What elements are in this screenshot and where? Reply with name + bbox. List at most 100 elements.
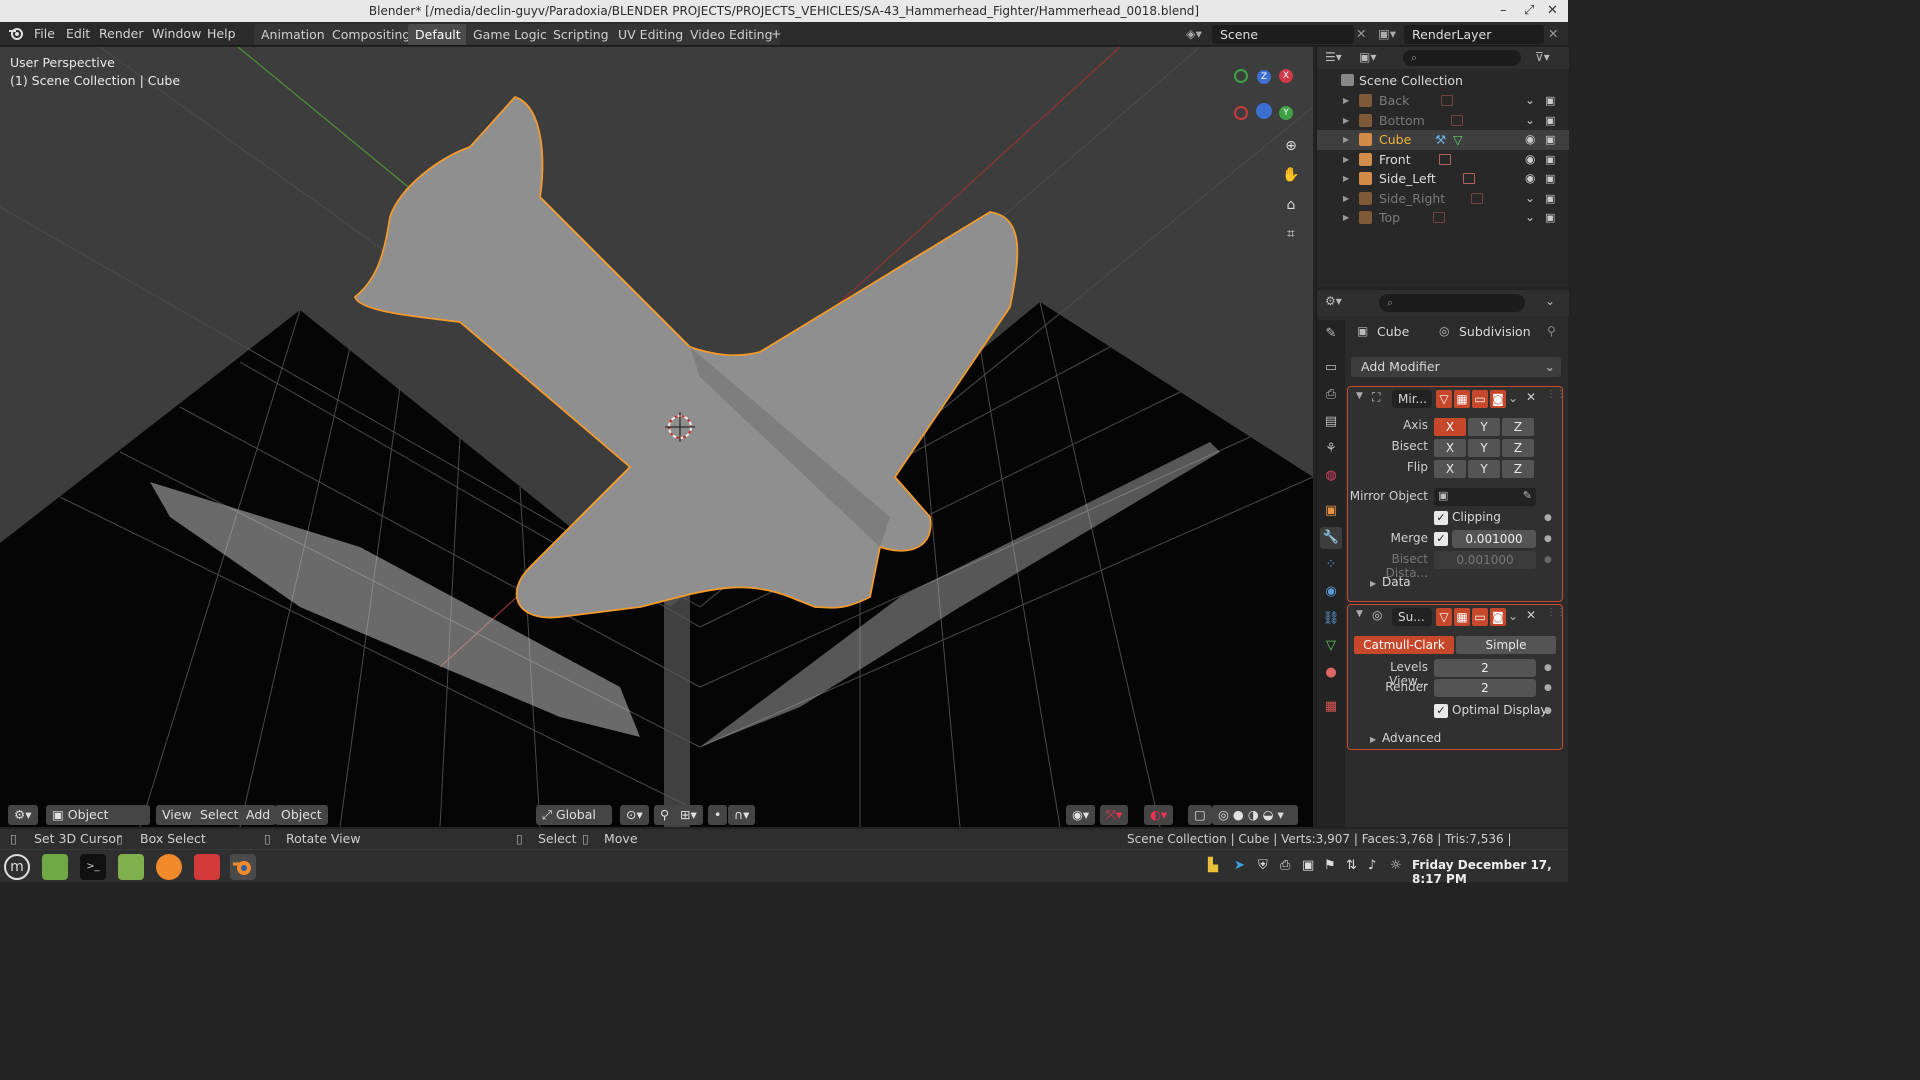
mirror-name-field[interactable]: Mir... — [1392, 390, 1432, 408]
eyedropper-icon[interactable]: ✎ — [1523, 489, 1532, 502]
merge-keyframe-dot[interactable]: ● — [1544, 534, 1552, 544]
menu-select[interactable]: Select — [194, 805, 245, 825]
outliner-item[interactable]: ▶ Front ◉ ▣ — [1317, 150, 1569, 170]
minimize-button[interactable]: – — [1500, 0, 1507, 22]
maximize-button[interactable]: ⤢ — [1524, 0, 1534, 22]
printer-icon[interactable]: ⎙ — [1280, 858, 1290, 873]
render-levels-field[interactable]: 2 — [1434, 679, 1536, 697]
subdivision-menu-icon[interactable]: ⌄ — [1508, 609, 1518, 623]
render-camera-icon[interactable]: ▣ — [1545, 189, 1555, 209]
scene-tab-icon[interactable]: ⚘ — [1320, 438, 1342, 460]
menu-edit[interactable]: Edit — [66, 25, 90, 43]
merge-checkbox[interactable]: ✓ — [1434, 532, 1448, 546]
outliner-item[interactable]: ▶ Cube ⚒ ▽ ◉ ▣ — [1317, 130, 1569, 150]
render-camera-icon[interactable]: ▣ — [1545, 169, 1555, 189]
tab-video-editing[interactable]: Video Editing — [683, 24, 780, 45]
orientation-selector[interactable]: ⤢ Global ▾ — [536, 805, 612, 842]
render-tab-icon[interactable]: ▭ — [1320, 357, 1342, 379]
close-render-layer-icon[interactable]: ✕ — [1548, 25, 1558, 43]
shading-modes[interactable]: ◎ ● ◑ ◒ ▾ — [1212, 805, 1298, 825]
render-camera-icon[interactable]: ▣ — [1545, 208, 1555, 228]
blender-logo-icon[interactable] — [8, 25, 24, 43]
render-camera-icon[interactable]: ▣ — [1545, 91, 1555, 111]
render-keyframe-dot[interactable]: ● — [1544, 683, 1552, 693]
eye-icon[interactable]: ◉ — [1525, 150, 1535, 170]
app-icon[interactable] — [194, 854, 220, 880]
optimal-display-checkbox[interactable]: ✓ — [1434, 704, 1448, 718]
render-camera-icon[interactable]: ▣ — [1545, 111, 1555, 131]
files-icon[interactable] — [42, 854, 68, 880]
data-expand-icon[interactable]: ▶ — [1370, 579, 1376, 588]
subdivision-name-field[interactable]: Su... — [1392, 608, 1432, 626]
properties-search-input[interactable]: ⌕ — [1379, 294, 1525, 312]
mirror-cage-icon[interactable]: ▦ — [1454, 390, 1470, 408]
editor-type-button[interactable]: ⚙▾ — [8, 805, 38, 825]
subdivision-render-icon[interactable]: ◙ — [1490, 608, 1506, 626]
hidden-eye-icon[interactable]: ⌄ — [1525, 111, 1535, 131]
data-tab-icon[interactable]: ▽ — [1320, 635, 1342, 657]
subdivision-collapse-icon[interactable]: ▼ — [1356, 609, 1363, 619]
mirror-drag-handle[interactable]: ⋮⋮ — [1546, 389, 1566, 400]
catmull-clark-button[interactable]: Catmull-Clark — [1354, 636, 1454, 654]
visibility-icon[interactable]: ◉▾ — [1066, 805, 1096, 825]
bisect-y-toggle[interactable]: Y — [1468, 439, 1500, 457]
mirror-collapse-icon[interactable]: ▼ — [1356, 391, 1363, 401]
menu-add[interactable]: Add — [240, 805, 277, 825]
network-icon[interactable]: ⇅ — [1346, 858, 1357, 873]
ortho-grid-icon[interactable]: ⌗ — [1280, 223, 1302, 245]
properties-editor-icon[interactable]: ⚙▾ — [1325, 294, 1342, 308]
add-modifier-button[interactable]: Add Modifier ⌄ — [1351, 357, 1561, 377]
expand-arrow-icon[interactable]: ▶ — [1343, 208, 1349, 228]
tab-uv-editing[interactable]: UV Editing — [611, 24, 691, 45]
tool-tab-icon[interactable]: ✎ — [1320, 323, 1342, 345]
expand-arrow-icon[interactable]: ▶ — [1343, 150, 1349, 170]
navigation-gizmo[interactable]: Z X Y — [1232, 67, 1293, 127]
simple-button[interactable]: Simple — [1456, 636, 1556, 654]
merge-value-field[interactable]: 0.001000 — [1452, 530, 1536, 548]
menu-object[interactable]: Object — [275, 805, 328, 825]
expand-arrow-icon[interactable]: ▶ — [1343, 111, 1349, 131]
expand-arrow-icon[interactable]: ▶ — [1343, 189, 1349, 209]
view-layer-tab-icon[interactable]: ▤ — [1320, 411, 1342, 433]
subdivision-editmode-icon[interactable]: ▽ — [1436, 608, 1452, 626]
outliner-editor-icon[interactable]: ☰▾ — [1325, 50, 1342, 64]
filter-icon[interactable]: ⊽▾ — [1535, 50, 1550, 64]
menu-render[interactable]: Render — [99, 25, 144, 43]
gizmo-neg-z[interactable] — [1256, 103, 1272, 119]
camera-view-icon[interactable]: ⌂ — [1280, 194, 1302, 216]
blender-taskbar-icon[interactable] — [230, 854, 256, 880]
mirror-editmode-icon[interactable]: ▽ — [1436, 390, 1452, 408]
taskbar-clock[interactable]: Friday December 17, 8:17 PM — [1412, 858, 1568, 886]
close-scene-icon[interactable]: ✕ — [1356, 25, 1366, 43]
volume-icon[interactable]: ♪ — [1368, 858, 1376, 873]
display-mode-icon[interactable]: ▣▾ — [1359, 50, 1376, 64]
gizmo-x[interactable]: X — [1279, 69, 1293, 83]
pin-icon[interactable]: ⚲ — [1547, 324, 1556, 338]
outliner-search-input[interactable]: ⌕ — [1403, 50, 1521, 66]
gizmo-z[interactable]: Z — [1257, 70, 1271, 84]
world-tab-icon[interactable]: ◍ — [1320, 465, 1342, 487]
mirror-render-icon[interactable]: ◙ — [1490, 390, 1506, 408]
optimal-display-keyframe-dot[interactable]: ● — [1544, 706, 1552, 716]
outliner-scene-collection[interactable]: Scene Collection — [1317, 71, 1569, 91]
zoom-icon[interactable]: ⊕ — [1280, 135, 1302, 157]
properties-options-icon[interactable]: ⌄ — [1545, 294, 1555, 308]
data-subpanel-label[interactable]: Data — [1382, 575, 1411, 589]
folder-icon[interactable] — [118, 854, 144, 880]
levels-keyframe-dot[interactable]: ● — [1544, 663, 1552, 673]
clipping-checkbox[interactable]: ✓ — [1434, 511, 1448, 525]
bisect-x-toggle[interactable]: X — [1434, 439, 1466, 457]
render-camera-icon[interactable]: ▣ — [1545, 150, 1555, 170]
3d-viewport[interactable]: User Perspective (1) Scene Collection | … — [0, 47, 1313, 827]
menu-file[interactable]: File — [34, 25, 55, 43]
terminal-icon[interactable]: >_ — [80, 854, 106, 880]
subdivision-drag-handle[interactable]: ⋮⋮ — [1546, 607, 1566, 618]
proportional-edit-icon[interactable]: • — [708, 805, 728, 825]
scene-selector[interactable]: Scene — [1212, 25, 1354, 44]
gizmo-y[interactable]: Y — [1279, 106, 1293, 120]
outliner-item[interactable]: ▶ Bottom ⌄ ▣ — [1317, 111, 1569, 131]
output-tab-icon[interactable]: ⎙ — [1320, 384, 1342, 406]
tab-animation[interactable]: Animation — [254, 24, 332, 45]
axis-x-toggle[interactable]: X — [1434, 418, 1466, 436]
telegram-icon[interactable]: ➤ — [1234, 858, 1245, 873]
